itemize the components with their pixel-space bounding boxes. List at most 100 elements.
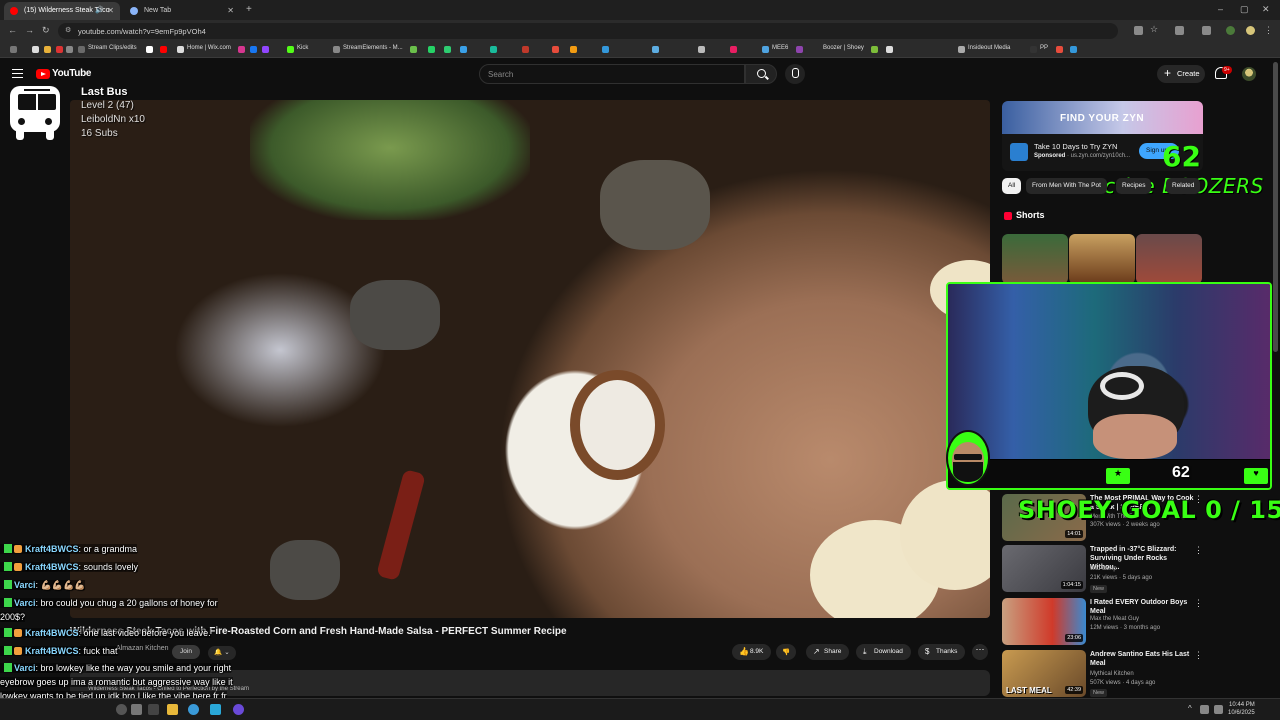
more-options-icon[interactable]: ⋮ bbox=[1194, 545, 1203, 556]
menu-icon[interactable] bbox=[12, 69, 23, 78]
site-info-icon[interactable]: ⚙ bbox=[65, 26, 71, 34]
bookmark-stream-clips[interactable]: Stream Clips/edits bbox=[78, 45, 137, 53]
address-bar[interactable]: ⚙ youtube.com/watch?v=9emFp9pVOh4 bbox=[58, 23, 1118, 39]
sidepanel-icon[interactable] bbox=[1202, 26, 1211, 35]
bookmark-icon[interactable] bbox=[602, 46, 609, 53]
bookmark-icon[interactable] bbox=[56, 46, 63, 53]
recommendation-item[interactable]: 1:04:15 Trapped in -37°C Blizzard: Survi… bbox=[1002, 545, 1203, 595]
chip-from-channel[interactable]: From Men With The Pot bbox=[1026, 178, 1107, 194]
chip-all[interactable]: All bbox=[1002, 178, 1022, 194]
back-icon[interactable]: ← bbox=[8, 25, 17, 35]
window-close-icon[interactable]: ✕ bbox=[1262, 4, 1270, 15]
bookmark-streamelements[interactable]: StreamElements - M... bbox=[333, 45, 403, 53]
cast-icon[interactable] bbox=[1134, 26, 1143, 35]
apps-icon[interactable] bbox=[10, 46, 17, 53]
page-scrollbar[interactable] bbox=[1273, 62, 1278, 352]
short-thumbnail[interactable] bbox=[1069, 234, 1135, 284]
bookmark-pp[interactable]: PP bbox=[1030, 45, 1048, 53]
taskbar-app-icon[interactable] bbox=[116, 704, 127, 715]
recommendation-item[interactable]: LAST MEAL 42:39 Andrew Santino Eats His … bbox=[1002, 650, 1203, 700]
speaker-icon[interactable]: 🔊 bbox=[95, 6, 104, 14]
chrome-icon[interactable] bbox=[188, 704, 199, 715]
maximize-icon[interactable]: ▢ bbox=[1240, 4, 1249, 15]
bookmark-mee6[interactable]: MEE6 bbox=[762, 45, 788, 53]
bookmark-icon[interactable] bbox=[886, 46, 893, 53]
download-button[interactable]: ⤓ Download bbox=[856, 644, 911, 660]
dislike-button[interactable]: 👎 bbox=[776, 644, 797, 660]
profile-avatar[interactable] bbox=[1226, 26, 1235, 35]
tray-arrow-icon[interactable]: ^ bbox=[1188, 704, 1192, 713]
new-tab-plus-icon[interactable]: + bbox=[246, 4, 252, 15]
file-explorer-icon[interactable] bbox=[167, 704, 178, 715]
bookmark-insideout[interactable]: Insideout Media bbox=[958, 45, 1010, 53]
instagram-icon[interactable] bbox=[238, 46, 245, 53]
chip-recipes[interactable]: Recipes bbox=[1116, 178, 1152, 194]
chrome-favicon-icon bbox=[130, 7, 138, 15]
bookmark-wix[interactable]: Home | Wix.com bbox=[177, 45, 231, 53]
chip-related[interactable]: Related bbox=[1166, 178, 1201, 194]
facebook-icon[interactable] bbox=[250, 46, 257, 53]
browser-menu-icon[interactable]: ⋮ bbox=[1264, 25, 1273, 36]
bookmark-icon[interactable] bbox=[490, 46, 497, 53]
chat-message: Kraft4BWCS: or a grandma bbox=[0, 542, 245, 556]
bookmark-icon[interactable] bbox=[871, 46, 878, 53]
more-options-icon[interactable]: ⋮ bbox=[1194, 650, 1203, 661]
bookmark-icon[interactable] bbox=[730, 46, 737, 53]
bookmark-icon[interactable] bbox=[66, 46, 73, 53]
twitch-icon[interactable] bbox=[262, 46, 269, 53]
bookmark-icon[interactable] bbox=[1056, 46, 1063, 53]
bookmark-icon[interactable] bbox=[44, 46, 51, 53]
thanks-button[interactable]: $ Thanks bbox=[918, 644, 966, 660]
kick-icon bbox=[4, 598, 12, 607]
create-button[interactable]: Create bbox=[1157, 65, 1205, 83]
bookmark-icon[interactable] bbox=[796, 46, 803, 53]
clock[interactable]: 10:44 PM 10/6/2025 bbox=[1228, 701, 1255, 717]
bookmark-icon[interactable] bbox=[428, 46, 435, 53]
recommendation-item[interactable]: 23:06 I Rated EVERY Outdoor Boys Meal Ma… bbox=[1002, 598, 1203, 648]
more-actions-icon[interactable]: ⋯ bbox=[972, 644, 988, 660]
bookmark-kick[interactable]: Kick bbox=[287, 45, 308, 53]
more-options-icon[interactable]: ⋮ bbox=[1194, 598, 1203, 609]
share-button[interactable]: ↗ Share bbox=[806, 644, 850, 660]
like-button[interactable]: 👍 8.9K bbox=[732, 644, 772, 660]
minimize-icon[interactable]: – bbox=[1218, 4, 1223, 14]
taskbar-app-icon[interactable] bbox=[148, 704, 159, 715]
short-thumbnail[interactable] bbox=[1002, 234, 1068, 284]
bookmark-icon[interactable] bbox=[652, 46, 659, 53]
video-player[interactable] bbox=[70, 100, 990, 618]
volume-icon[interactable] bbox=[1214, 705, 1223, 714]
forward-icon[interactable]: → bbox=[25, 25, 34, 35]
profile-avatar-2[interactable] bbox=[1246, 26, 1255, 35]
search-button[interactable] bbox=[745, 64, 777, 84]
youtube-icon[interactable] bbox=[160, 46, 167, 53]
tab-new-tab[interactable]: New Tab ✕ bbox=[124, 2, 240, 20]
bookmark-icon[interactable] bbox=[460, 46, 467, 53]
bookmark-icon[interactable] bbox=[552, 46, 559, 53]
short-thumbnail[interactable] bbox=[1136, 234, 1202, 284]
bookmark-icon[interactable] bbox=[522, 46, 529, 53]
close-tab-icon[interactable]: ✕ bbox=[227, 6, 234, 15]
wifi-icon[interactable] bbox=[1200, 705, 1209, 714]
obs-icon[interactable] bbox=[233, 704, 244, 715]
extensions-icon[interactable] bbox=[1175, 26, 1184, 35]
bookmark-icon[interactable] bbox=[1070, 46, 1077, 53]
telegram-icon[interactable] bbox=[210, 704, 221, 715]
bookmark-icon[interactable] bbox=[698, 46, 705, 53]
bookmark-icon[interactable] bbox=[444, 46, 451, 53]
voice-search-icon[interactable] bbox=[785, 64, 805, 84]
reload-icon[interactable]: ↻ bbox=[42, 25, 50, 36]
bookmark-icon[interactable] bbox=[570, 46, 577, 53]
tab-youtube[interactable]: (15) Wilderness Steak Taco 🔊 ✕ bbox=[4, 2, 120, 20]
bookmark-icon[interactable] bbox=[410, 46, 417, 53]
youtube-logo-text[interactable]: YouTube bbox=[52, 68, 92, 79]
bookmark-star-icon[interactable]: ☆ bbox=[1150, 24, 1159, 34]
youtube-logo-icon[interactable] bbox=[36, 69, 50, 79]
search-input[interactable]: Search bbox=[479, 64, 745, 84]
taskbar-app-icon[interactable] bbox=[131, 704, 142, 715]
x-icon[interactable] bbox=[146, 46, 153, 53]
bookmark-icon[interactable] bbox=[32, 46, 39, 53]
close-tab-icon[interactable]: ✕ bbox=[107, 6, 114, 15]
account-avatar[interactable] bbox=[1242, 67, 1256, 81]
bookmark-boozer[interactable]: Boozer | Shoey bbox=[813, 45, 864, 51]
new-badge: New bbox=[1090, 689, 1108, 697]
